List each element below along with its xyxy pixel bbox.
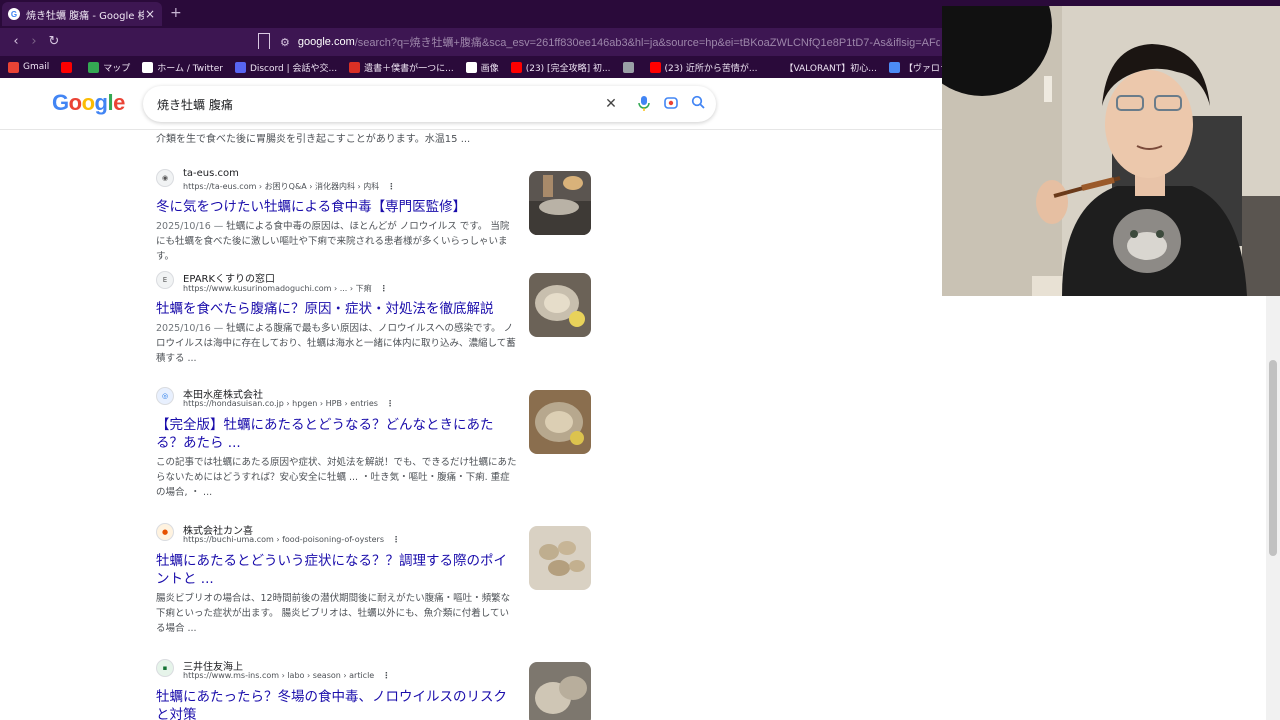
valorant-icon — [769, 61, 781, 73]
result-url[interactable]: https://www.kusurinomadoguchi.com › ... … — [183, 283, 388, 294]
google-favicon-icon: G — [8, 8, 20, 20]
more-options-icon[interactable]: ⋮ — [386, 399, 394, 408]
search-input[interactable]: 焼き牡蠣 腹痛 — [157, 96, 233, 113]
bookmark-label: Gmail — [23, 62, 50, 72]
maps-icon — [88, 61, 100, 73]
forward-arrow-icon[interactable]: › — [26, 34, 42, 50]
site-favicon-icon: ● — [156, 523, 174, 541]
result-url[interactable]: https://hondasuisan.co.jp › hpgen › HPB … — [183, 399, 394, 408]
more-options-icon[interactable]: ⋮ — [380, 284, 388, 293]
new-tab-button[interactable]: + — [170, 5, 182, 21]
address-host: google.com — [297, 36, 355, 48]
bookmark-item[interactable]: 画像 — [465, 61, 499, 74]
google-logo[interactable]: Google — [52, 90, 125, 116]
tab-title: 焼き牡蠣 腹痛 - Google 検索 — [26, 10, 144, 22]
bookmark-label: 【VALORANT】初心... — [784, 63, 877, 74]
address-bar[interactable]: ⚙ google.com/search?q=焼き牡蠣+腹痛&sca_esv=26… — [280, 31, 940, 53]
more-options-icon[interactable]: ⋮ — [392, 535, 400, 544]
result-url-text: https://buchi-uma.com › food-poisoning-o… — [183, 535, 385, 544]
site-favicon-icon: ▪ — [156, 659, 174, 677]
bookmark-item[interactable]: ホーム / Twitter — [142, 61, 223, 74]
discord-icon — [234, 61, 246, 73]
google-header: Google 焼き牡蠣 腹痛 ✕ — [0, 78, 942, 130]
result-url[interactable]: https://buchi-uma.com › food-poisoning-o… — [183, 535, 400, 544]
result-thumbnail[interactable] — [529, 171, 591, 235]
result-url-text: https://hondasuisan.co.jp › hpgen › HPB … — [183, 399, 378, 408]
bookmark-label: 遺書＋僕書が一つに... — [364, 63, 454, 74]
site-favicon-icon: ◉ — [156, 169, 174, 187]
previous-result-snippet: 介類を生で食べた後に胃腸炎を引き起こすことがあります。水温15 ... — [156, 134, 471, 145]
result-date: 2025/10/16 — — [156, 323, 224, 334]
bookmark-item[interactable]: (23) 近所から苦情が... — [649, 61, 758, 74]
browser-tab-active[interactable]: G 焼き牡蠣 腹痛 - Google 検索 × — [2, 2, 162, 26]
globe-icon — [622, 61, 634, 73]
bookmark-item[interactable]: マップ — [88, 61, 130, 74]
screen: { "browser": { "tab": { "title": "焼き牡蠣 腹… — [0, 0, 1280, 720]
microphone-icon[interactable] — [635, 95, 653, 113]
bookmark-label: マップ — [103, 63, 131, 74]
site-icon — [888, 61, 900, 73]
result-title-link[interactable]: 牡蠣にあたるとどういう症状になる？？調理する際のポイントと ... — [156, 552, 518, 588]
webcam-overlay — [942, 6, 1280, 296]
result-title-link[interactable]: 牡蠣を食べたら腹痛に？原因・症状・対処法を徹底解説 — [156, 300, 518, 318]
more-options-icon[interactable]: ⋮ — [387, 182, 395, 191]
back-arrow-icon[interactable]: ‹ — [8, 34, 24, 50]
youtube-icon — [510, 61, 522, 73]
result-title-link[interactable]: 【完全版】牡蠣にあたるとどうなる？どんなときにあたる？あたら ... — [156, 416, 518, 452]
site-favicon-icon: E — [156, 271, 174, 289]
result-thumbnail[interactable] — [529, 273, 591, 337]
youtube-icon — [649, 61, 661, 73]
bookmark-label: (23) 近所から苦情が... — [664, 63, 758, 74]
result-url[interactable]: https://www.ms-ins.com › labo › season ›… — [183, 671, 390, 680]
result-url-text: https://ta-eus.com › お困りQ&A › 消化器内科 › 内科 — [183, 182, 380, 191]
bookmark-item[interactable] — [61, 61, 76, 73]
search-icon[interactable] — [689, 95, 707, 113]
bookmark-item[interactable]: Gmail — [8, 61, 50, 73]
clear-icon[interactable]: ✕ — [602, 95, 620, 113]
bookmark-label: 画像 — [480, 63, 499, 74]
x-icon — [465, 61, 477, 73]
bookmark-item[interactable]: (23) [完全攻略] 初... — [510, 61, 611, 74]
result-url[interactable]: https://ta-eus.com › お困りQ&A › 消化器内科 › 内科… — [183, 181, 395, 192]
lens-icon[interactable] — [662, 95, 680, 113]
result-thumbnail[interactable] — [529, 526, 591, 590]
globe-icon: ◎ — [156, 387, 174, 405]
tab-close-icon[interactable]: × — [144, 7, 156, 21]
result-title-link[interactable]: 冬に気をつけたい牡蠣による食中毒【専門医監修】 — [156, 198, 518, 216]
result-site-name[interactable]: ta-eus.com — [183, 168, 239, 179]
gmail-icon — [8, 61, 19, 73]
bookmark-item[interactable]: Discord | 会話や交... — [234, 61, 338, 74]
site-info-icon[interactable]: ⚙ — [280, 36, 290, 49]
more-options-icon[interactable]: ⋮ — [382, 671, 390, 680]
bookmark-label: ホーム / Twitter — [157, 63, 223, 74]
bookmark-icon[interactable] — [258, 33, 270, 49]
result-snippet: 腸炎ビブリオの場合は、12時間前後の潜伏期間後に耐えがたい腹痛・嘔吐・頻繁な下痢… — [156, 591, 518, 636]
result-snippet-text: この記事では牡蠣にあたる原因や症状、対処法を解説！でも、できるだけ牡蠣にあたらな… — [156, 457, 517, 498]
youtube-icon — [61, 61, 73, 73]
result-snippet-text: 腸炎ビブリオの場合は、12時間前後の潜伏期間後に耐えがたい腹痛・嘔吐・頻繁な下痢… — [156, 593, 511, 634]
bookmark-label: (23) [完全攻略] 初... — [525, 63, 611, 74]
address-path: /search?q=焼き牡蠣+腹痛&sca_esv=261ff830ee146a… — [354, 37, 940, 49]
result-thumbnail[interactable] — [529, 662, 591, 720]
page-scrollbar-thumb[interactable] — [1269, 360, 1277, 556]
reload-icon[interactable]: ↻ — [46, 34, 62, 50]
search-box[interactable]: 焼き牡蠣 腹痛 ✕ — [143, 86, 716, 122]
result-url-text: https://www.kusurinomadoguchi.com › ... … — [183, 284, 372, 293]
result-snippet: 2025/10/16 — 牡蠣による食中毒の原因は、ほとんどが ノロウイルス で… — [156, 219, 518, 264]
bookmark-item[interactable] — [622, 61, 638, 73]
result-url-text: https://www.ms-ins.com › labo › season ›… — [183, 671, 375, 680]
bookmark-item[interactable]: 遺書＋僕書が一つに... — [349, 61, 454, 74]
result-title-link[interactable]: 牡蠣にあたったら？冬場の食中毒、ノロウイルスのリスクと対策 — [156, 688, 518, 720]
search-results: 介類を生で食べた後に胃腸炎を引き起こすことがあります。水温15 ... ◉ ta… — [0, 130, 942, 720]
result-thumbnail[interactable] — [529, 390, 591, 454]
bookmark-label: Discord | 会話や交... — [249, 63, 338, 74]
result-snippet: 2025/10/16 — 牡蠣による腹痛で最も多い原因は、ノロウイルスへの感染で… — [156, 321, 518, 366]
bookmark-red-icon — [349, 61, 361, 73]
x-icon — [142, 61, 154, 73]
bookmark-item[interactable]: 【VALORANT】初心... — [769, 61, 877, 74]
result-snippet: この記事では牡蠣にあたる原因や症状、対処法を解説！でも、できるだけ牡蠣にあたらな… — [156, 455, 518, 500]
result-date: 2025/10/16 — — [156, 221, 224, 232]
